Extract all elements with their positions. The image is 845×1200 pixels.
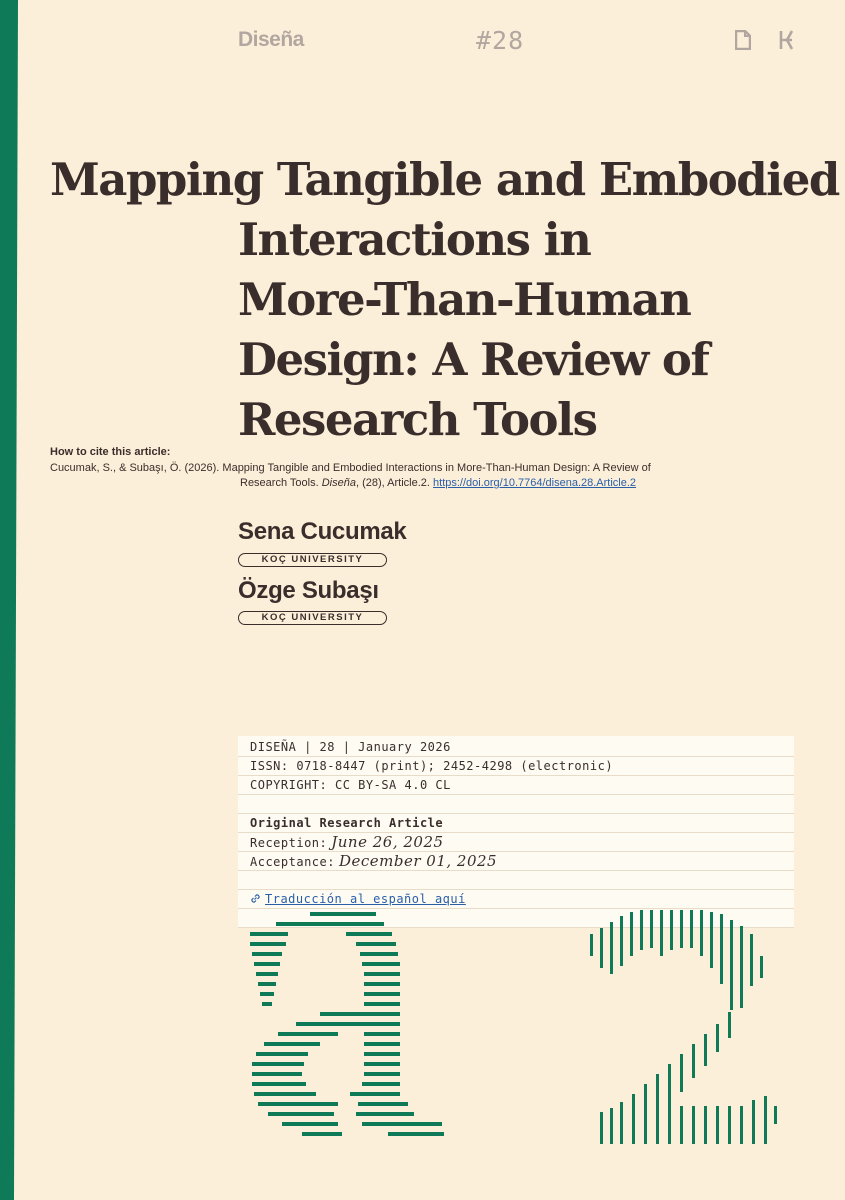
reception-label: Reception:: [250, 836, 328, 850]
affiliation-badge: KOÇ UNIVERSITY: [238, 553, 387, 567]
doi-link[interactable]: https://doi.org/10.7764/disena.28.Articl…: [433, 477, 636, 489]
acceptance-line: Acceptance: December 01, 2025: [238, 852, 794, 871]
reception-date: June 26, 2025: [331, 833, 444, 851]
citation-text: Cucumak, S., & Subaşı, Ö. (2026). Mappin…: [50, 461, 770, 491]
title-line-3: More-Than-Human: [238, 273, 692, 326]
info-spacer: [238, 871, 794, 890]
author-name: Özge Subaşı: [238, 577, 379, 604]
title-line-1: Mapping Tangible and Embodied: [50, 153, 840, 206]
acceptance-date: December 01, 2025: [338, 852, 498, 870]
info-issue-line: DISEÑA | 28 | January 2026: [238, 738, 794, 757]
reception-line: Reception: June 26, 2025: [238, 833, 794, 852]
affiliation-badge: KOÇ UNIVERSITY: [238, 611, 387, 625]
journal-brand[interactable]: Diseña: [238, 28, 304, 52]
digit-two-striped: [590, 910, 777, 1144]
issue-number: #28: [476, 26, 525, 55]
info-spacer: [238, 795, 794, 814]
info-issn-line: ISSN: 0718-8447 (print); 2452-4298 (elec…: [238, 757, 794, 776]
article-number-graphic: [250, 910, 777, 1144]
info-copyright-line: COPYRIGHT: CC BY-SA 4.0 CL: [238, 776, 794, 795]
article-type: Original Research Article: [238, 814, 794, 833]
citation-segment: Research Tools.: [240, 477, 322, 489]
title-line-2: Interactions in: [238, 213, 592, 266]
acceptance-label: Acceptance:: [250, 855, 335, 869]
article-title: Mapping Tangible and Embodied Interactio…: [50, 150, 840, 450]
citation-line-1: Cucumak, S., & Subaşı, Ö. (2026). Mappin…: [50, 462, 651, 474]
citation-line-2: Research Tools. Diseña, (28), Article.2.…: [50, 476, 770, 491]
document-icon[interactable]: [735, 30, 751, 50]
citation-segment: , (28), Article.2.: [355, 477, 434, 489]
citation-label: How to cite this article:: [50, 446, 171, 458]
title-line-4: Design: A Review of: [238, 333, 710, 386]
letter-a-striped: [250, 912, 444, 1136]
citation-journal: Diseña: [321, 477, 356, 489]
hyphenation-icon[interactable]: [778, 30, 796, 50]
title-line-5: Research Tools: [238, 393, 598, 446]
author-name: Sena Cucumak: [238, 518, 407, 545]
